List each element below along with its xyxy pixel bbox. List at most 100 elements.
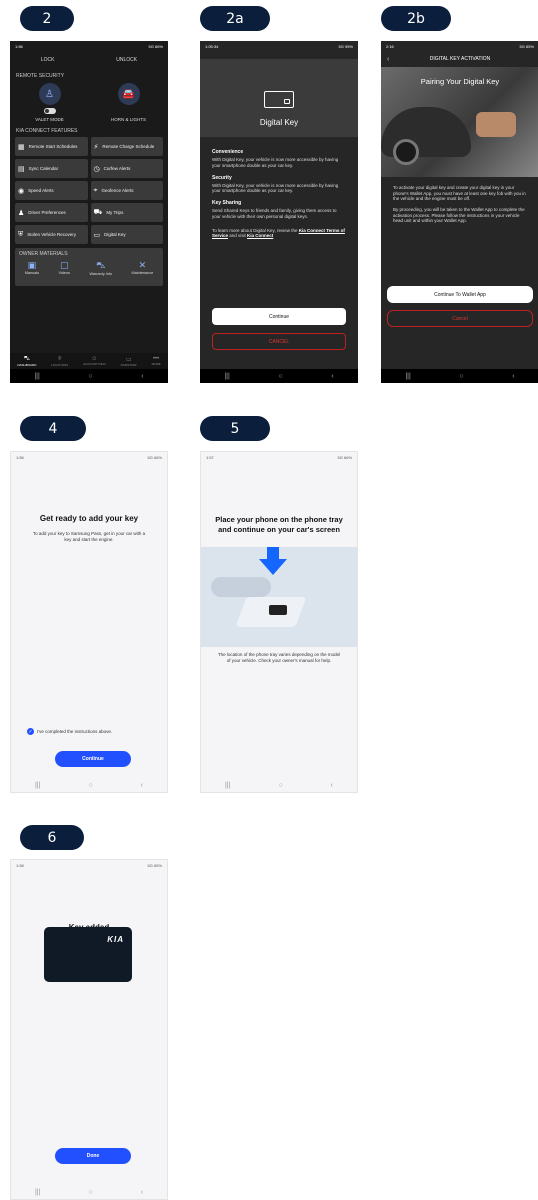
tile-speed-alerts[interactable]: ◉ Speed Alerts — [15, 181, 88, 200]
digital-key-hero: Digital Key — [200, 59, 358, 137]
back-icon[interactable]: ‹ — [141, 782, 143, 789]
continue-button[interactable]: Continue — [212, 308, 346, 325]
back-icon[interactable]: ‹ — [141, 1189, 143, 1196]
lock-row: LOCK UNLOCK — [10, 57, 168, 63]
key-card-icon — [264, 91, 294, 108]
back-icon[interactable]: ‹ — [331, 782, 333, 789]
continue-wallet-button[interactable]: Continue To Wallet App — [387, 286, 533, 303]
done-button[interactable]: Done — [55, 1148, 131, 1164]
continue-button[interactable]: Continue — [55, 751, 131, 767]
back-icon[interactable]: ‹ — [331, 373, 333, 380]
status-signal: 5G 95% — [338, 43, 353, 49]
tile-label: Speed Alerts — [28, 188, 54, 193]
learn-more-prefix: To learn more about Digital Key, review … — [212, 227, 299, 233]
owner-maintenance[interactable]: ✕ Maintenance — [132, 260, 154, 276]
horn-lights-label: HORN & LIGHTS — [110, 117, 146, 122]
owner-videos[interactable]: ▢ Videos — [58, 260, 70, 276]
get-ready-text: To add your key to Samsung Pass, get in … — [32, 531, 146, 542]
home-icon[interactable]: ○ — [88, 373, 92, 380]
status-time: 2:16 — [386, 43, 394, 49]
activation-body: To activate your digital key and create … — [381, 177, 538, 224]
instructions-checkbox-row[interactable]: ✓ I've completed the instructions above. — [27, 728, 112, 735]
tile-stolen-vehicle[interactable]: ⛨ Stolen Vehicle Recovery — [15, 225, 88, 244]
valet-icon: ♙ — [38, 83, 61, 105]
home-icon[interactable]: ○ — [88, 1189, 92, 1196]
calendar-icon: ▤ — [18, 165, 25, 173]
horn-lights[interactable]: 🚘 HORN & LIGHTS — [99, 83, 159, 122]
tile-digital-key[interactable]: ▭ Digital Key — [90, 225, 163, 244]
recents-icon[interactable]: ||| — [405, 373, 410, 380]
tile-remote-start[interactable]: ▦ Remote Start Schedules — [15, 137, 88, 156]
kia-logo: KIA — [107, 935, 124, 944]
recents-icon[interactable]: ||| — [224, 373, 229, 380]
home-icon[interactable]: ○ — [278, 373, 282, 380]
security-heading: Security — [212, 174, 232, 181]
tile-label: Sync Calendar — [28, 166, 59, 171]
owner-warranty[interactable]: ⛍ Warranty Info — [89, 260, 112, 276]
recents-icon[interactable]: ||| — [35, 782, 40, 789]
back-icon[interactable]: ‹ — [512, 373, 514, 380]
recents-icon[interactable]: ||| — [34, 373, 39, 380]
tile-remote-charge[interactable]: ⚡ Remote Charge Schedule — [90, 137, 163, 156]
android-nav-bar: ||| ○ ‹ — [201, 778, 357, 792]
home-icon[interactable]: ○ — [278, 782, 282, 789]
home-icon[interactable]: ○ — [88, 782, 92, 789]
tile-label: Remote Start Schedules — [28, 144, 78, 149]
tile-curfew-alerts[interactable]: ◷ Curfew Alerts — [90, 159, 163, 178]
status-signal: 5G 65% — [519, 43, 534, 49]
tile-label: My Trips — [106, 210, 124, 215]
tile-label: Driver Preferences — [28, 210, 66, 215]
status-time: 1:57 — [206, 454, 214, 460]
lock-button[interactable]: LOCK — [41, 57, 55, 63]
phone-on-tray-icon — [269, 605, 287, 615]
digital-key-card: KIA — [44, 927, 132, 982]
phone-dashboard: 1:56 5G 66% LOCK UNLOCK REMOTE SECURITY … — [10, 41, 168, 383]
tile-geofence-alerts[interactable]: ⌖ Geofence Alerts — [90, 181, 163, 200]
checkbox-checked-icon[interactable]: ✓ — [27, 728, 34, 735]
cancel-button[interactable]: CANCEL — [212, 333, 346, 350]
tab-assistant[interactable]: ▭ ASSISTANT — [120, 356, 136, 367]
cancel-button[interactable]: Cancel — [387, 310, 533, 327]
tab-dashboard[interactable]: ⛍ DASHBOARD — [17, 355, 36, 367]
tile-driver-preferences[interactable]: ♟ Driver Preferences — [15, 203, 88, 222]
tile-sync-calendar[interactable]: ▤ Sync Calendar — [15, 159, 88, 178]
calendar-clock-icon: ▦ — [18, 143, 25, 151]
phone-key-added: 1:58 5G 65% Key added KIA Done ||| ○ ‹ — [10, 859, 168, 1200]
android-nav-bar: ||| ○ ‹ — [10, 369, 168, 383]
step-badge-2a: 2a — [200, 6, 270, 31]
place-phone-title: Place your phone on the phone tray and c… — [215, 515, 343, 534]
recents-icon[interactable]: ||| — [35, 1189, 40, 1196]
home-icon[interactable]: ○ — [459, 373, 463, 380]
driver-icon: ♟ — [18, 209, 25, 217]
tab-locations[interactable]: ⌾ LOCATIONS — [51, 356, 68, 367]
down-arrow-head — [259, 559, 287, 575]
step-badge-2: 2 — [20, 6, 74, 31]
recents-icon[interactable]: ||| — [225, 782, 230, 789]
status-time: 1:05:34 — [205, 43, 219, 49]
sharing-heading: Key Sharing — [212, 200, 242, 206]
wheel-illustration — [393, 139, 419, 165]
valet-toggle[interactable] — [43, 108, 56, 114]
tile-label: Remote Charge Schedule — [102, 144, 155, 149]
back-icon[interactable]: ‹ — [141, 373, 143, 380]
tab-more[interactable]: ••• MORE — [152, 356, 161, 366]
status-signal: 5G 66% — [148, 43, 163, 49]
valet-mode[interactable]: ♙ VALET MODE — [20, 83, 80, 122]
hand-phone-illustration — [476, 112, 516, 137]
phone-digital-key-info: 1:05:34 5G 95% Digital Key Convenience W… — [200, 41, 358, 383]
checkbox-label: I've completed the instructions above. — [37, 729, 113, 734]
horn-lights-icon: 🚘 — [117, 83, 140, 105]
phone-get-ready: 1:56 5G 66% Get ready to add your key To… — [10, 451, 168, 793]
activation-text-2: By proceeding, you will be taken to the … — [393, 206, 525, 224]
unlock-button[interactable]: UNLOCK — [116, 57, 137, 63]
step-badge-5: 5 — [200, 416, 270, 441]
activation-header: ‹ DIGITAL KEY ACTIVATION — [381, 51, 538, 67]
tab-account-info[interactable]: ☺ ACCOUNT INFO — [83, 356, 106, 366]
sharing-text: Send Shared Keys to friends and family, … — [212, 208, 337, 219]
owner-manuals[interactable]: ▣ Manuals — [25, 260, 39, 276]
tile-my-trips[interactable]: ⛟ My Trips — [90, 203, 163, 222]
kia-connect-link[interactable]: Kia Connect — [247, 233, 273, 238]
back-arrow-icon[interactable]: ‹ — [387, 56, 389, 63]
tile-label: Geofence Alerts — [101, 188, 134, 193]
step-badge-2b: 2b — [381, 6, 451, 31]
